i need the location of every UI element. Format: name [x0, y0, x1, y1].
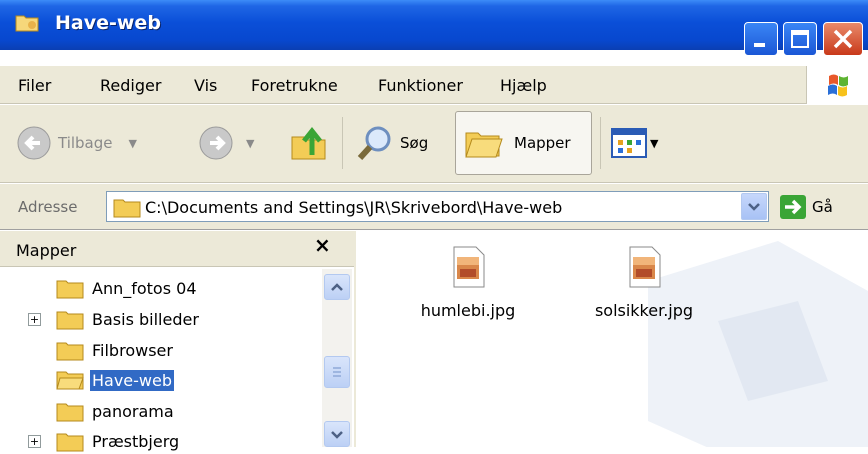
folder-icon [56, 403, 84, 422]
tree-item-label: panorama [92, 401, 174, 421]
address-bar: Adresse C:\Documents and Settings\JR\Skr… [0, 184, 868, 230]
tree-item-have-web[interactable]: Have-web [56, 367, 176, 393]
menu-tools[interactable]: Funktioner [378, 76, 463, 95]
maximize-icon [791, 30, 809, 48]
folder-icon [56, 311, 84, 330]
go-label: Gå [812, 198, 833, 216]
jpeg-image-icon [629, 246, 661, 288]
back-label: Tilbage [58, 134, 113, 152]
menu-bar: Filer Rediger Vis Foretrukne Funktioner … [0, 66, 868, 104]
jpeg-image-icon [453, 246, 485, 288]
folders-scrollbar[interactable] [322, 269, 352, 447]
tree-item-label: Ann_fotos 04 [92, 278, 197, 298]
chevron-up-icon [331, 283, 343, 291]
up-folder-button[interactable] [290, 125, 328, 161]
minimize-icon [754, 43, 765, 47]
scroll-up-button[interactable] [324, 274, 350, 300]
up-folder-icon [291, 126, 326, 160]
expand-icon[interactable]: + [28, 435, 41, 448]
menu-view[interactable]: Vis [194, 76, 217, 95]
go-arrow-icon [780, 195, 806, 219]
forward-button[interactable]: ▼ [198, 125, 254, 161]
forward-dropdown-icon[interactable]: ▼ [246, 137, 254, 150]
minimize-button[interactable] [744, 22, 778, 56]
folder-icon [56, 433, 84, 452]
title-bar[interactable]: Have-web [0, 0, 868, 56]
back-arrow-icon [17, 126, 51, 160]
menu-file[interactable]: Filer [18, 76, 51, 95]
search-button[interactable]: Søg [356, 125, 428, 161]
back-dropdown-icon[interactable]: ▼ [129, 137, 137, 150]
folders-pane-title: Mapper [16, 241, 77, 260]
search-label: Søg [400, 134, 429, 152]
folders-button[interactable]: Mapper [455, 111, 592, 175]
menu-favorites[interactable]: Foretrukne [251, 76, 338, 95]
toolbar: Tilbage ▼ ▼ Søg Mapper ▼ [0, 105, 868, 183]
scroll-down-button[interactable] [324, 421, 350, 447]
tree-item-label: Basis billeder [92, 309, 199, 329]
search-icon [357, 126, 391, 161]
views-icon [611, 128, 647, 158]
views-button[interactable]: ▼ [610, 127, 658, 159]
folders-pane: Mapper × Ann_fotos 04 + Basis billeder F… [0, 231, 356, 452]
forward-arrow-icon [199, 126, 233, 160]
back-button[interactable]: Tilbage ▼ [16, 125, 137, 161]
file-view[interactable]: humlebi.jpg solsikker.jpg [358, 231, 868, 447]
menu-help[interactable]: Hjælp [500, 76, 547, 95]
file-humlebi[interactable]: humlebi.jpg [398, 245, 538, 320]
folders-label: Mapper [514, 134, 571, 152]
file-name: solsikker.jpg [594, 301, 694, 320]
window-title: Have-web [55, 12, 161, 34]
tree-item-label: Have-web [88, 368, 176, 392]
folder-icon [56, 280, 84, 299]
windows-logo-icon [806, 66, 868, 104]
folders-icon [465, 132, 503, 158]
maximize-button[interactable] [783, 22, 817, 56]
address-label: Adresse [18, 198, 78, 216]
expand-icon[interactable]: + [28, 313, 41, 326]
tree-item-praestbjerg[interactable]: Præstbjerg [56, 428, 181, 454]
folder-icon [56, 342, 84, 361]
open-folder-icon [56, 371, 84, 390]
tree-item-panorama[interactable]: panorama [56, 398, 176, 424]
tree-item-label: Filbrowser [92, 340, 173, 360]
tree-item-filbrowser[interactable]: Filbrowser [56, 337, 175, 363]
grip-icon [333, 367, 341, 377]
go-button[interactable]: Gå [780, 195, 833, 219]
close-button[interactable] [823, 22, 863, 56]
folders-pane-header: Mapper × [0, 231, 354, 267]
chevron-down-icon [331, 431, 343, 439]
menu-edit[interactable]: Rediger [100, 76, 161, 95]
chevron-down-icon [748, 203, 760, 211]
folder-icon [113, 199, 141, 218]
scroll-thumb[interactable] [324, 356, 350, 388]
tree-item-ann-fotos[interactable]: Ann_fotos 04 [56, 275, 199, 301]
tree-item-basis-billeder[interactable]: Basis billeder [56, 306, 201, 332]
address-field[interactable]: C:\Documents and Settings\JR\Skrivebord\… [106, 191, 769, 222]
tree-item-label: Præstbjerg [92, 431, 180, 451]
address-text: C:\Documents and Settings\JR\Skrivebord\… [145, 198, 563, 217]
close-icon [833, 29, 853, 49]
file-solsikker[interactable]: solsikker.jpg [574, 245, 714, 320]
folders-pane-close-button[interactable]: × [314, 233, 331, 257]
folder-icon [15, 15, 39, 32]
address-dropdown-button[interactable] [741, 193, 767, 220]
file-name: humlebi.jpg [420, 301, 516, 320]
views-dropdown-icon[interactable]: ▼ [650, 137, 658, 150]
